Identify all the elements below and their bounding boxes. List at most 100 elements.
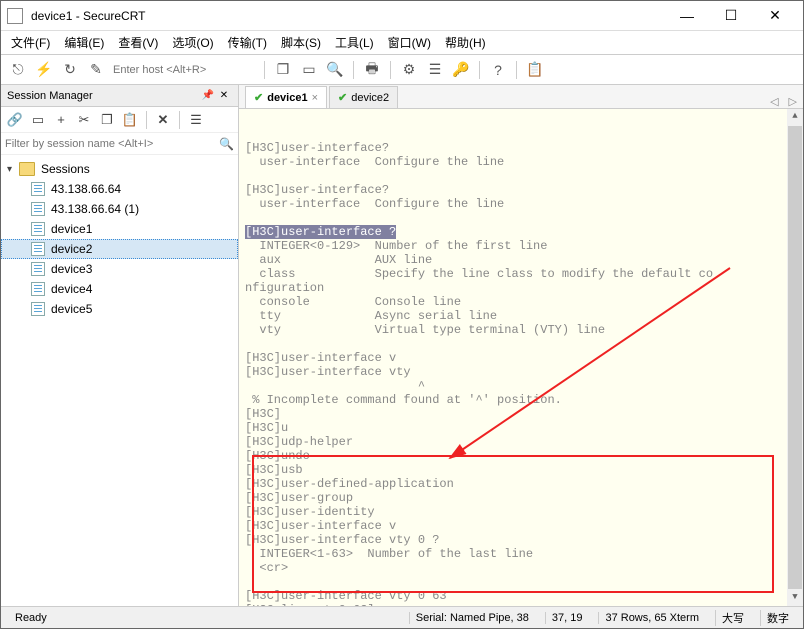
check-icon: ✔ xyxy=(338,91,347,104)
tab-device2[interactable]: ✔ device2 xyxy=(329,86,398,108)
session-label: device3 xyxy=(51,262,92,276)
key-icon[interactable]: 🔑 xyxy=(450,59,472,81)
terminal-line: console Console line xyxy=(245,295,803,309)
separator xyxy=(479,61,480,79)
search-icon[interactable]: 🔍 xyxy=(219,137,234,151)
terminal-line: [H3C-line-vty0-63] xyxy=(245,603,803,606)
session-icon xyxy=(31,202,45,216)
pin-icon[interactable]: 📌 xyxy=(200,90,216,101)
session-icon xyxy=(31,242,45,256)
connect-icon[interactable]: ⎋ xyxy=(7,59,29,81)
host-input[interactable] xyxy=(111,62,257,78)
properties-icon[interactable]: ☰ xyxy=(186,110,206,130)
session-tree[interactable]: ▾ Sessions 43.138.66.64 43.138.66.64 (1) d… xyxy=(1,155,238,606)
close-panel-icon[interactable]: ✕ xyxy=(216,90,232,101)
session-item[interactable]: 43.138.66.64 (1) xyxy=(1,199,238,219)
terminal-line: <cr> xyxy=(245,561,803,575)
link-icon[interactable]: 🔗 xyxy=(5,110,25,130)
tab-label: device1 xyxy=(267,92,307,104)
copy-icon[interactable]: ❐ xyxy=(272,59,294,81)
window-title: device1 - SecureCRT xyxy=(31,9,665,23)
filter-input[interactable] xyxy=(5,138,219,150)
menu-edit[interactable]: 编辑(E) xyxy=(64,34,104,51)
find-icon[interactable]: 🔍 xyxy=(324,59,346,81)
terminal-line xyxy=(245,337,803,351)
separator xyxy=(353,61,354,79)
session-icon xyxy=(31,282,45,296)
paste-session-icon[interactable]: 📋 xyxy=(120,110,140,130)
menu-file[interactable]: 文件(F) xyxy=(11,34,50,51)
session-icon xyxy=(31,222,45,236)
minimize-button[interactable]: — xyxy=(665,2,709,30)
scroll-down-icon[interactable]: ▼ xyxy=(787,590,803,606)
session-icon xyxy=(31,302,45,316)
session-label: device2 xyxy=(51,242,92,256)
terminal-line: [H3C]user-interface? xyxy=(245,183,803,197)
tab-prev-icon[interactable]: ◁ xyxy=(770,95,778,108)
menu-script[interactable]: 脚本(S) xyxy=(281,34,321,51)
separator xyxy=(390,61,391,79)
menu-options[interactable]: 选项(O) xyxy=(172,34,213,51)
cut-icon[interactable]: ✂ xyxy=(74,110,94,130)
scroll-up-icon[interactable]: ▲ xyxy=(787,109,803,125)
terminal-line: [H3C]undo xyxy=(245,449,803,463)
terminal-line: [H3C]user-group xyxy=(245,491,803,505)
maximize-button[interactable]: ☐ xyxy=(709,2,753,30)
quick-connect-icon[interactable]: ⚡ xyxy=(33,59,55,81)
scroll-thumb[interactable] xyxy=(788,126,802,589)
session-label: 43.138.66.64 (1) xyxy=(51,202,139,216)
close-tab-icon[interactable]: × xyxy=(312,92,318,104)
disconnect-icon[interactable]: ✎ xyxy=(85,59,107,81)
delete-icon[interactable]: ✕ xyxy=(153,110,173,130)
tree-root-label: Sessions xyxy=(41,162,90,176)
scrollbar[interactable]: ▲ ▼ xyxy=(787,109,803,606)
terminal-line: ^ xyxy=(245,379,803,393)
session-label: 43.138.66.64 xyxy=(51,182,121,196)
separator xyxy=(179,111,180,129)
terminal-line: [H3C]user-interface vty 0 ? xyxy=(245,533,803,547)
tab-device1[interactable]: ✔ device1 × xyxy=(245,86,327,108)
menu-help[interactable]: 帮助(H) xyxy=(445,34,486,51)
separator xyxy=(146,111,147,129)
copy-session-icon[interactable]: ❐ xyxy=(97,110,117,130)
session-item[interactable]: device1 xyxy=(1,219,238,239)
session-item[interactable]: 43.138.66.64 xyxy=(1,179,238,199)
add-icon[interactable]: + xyxy=(51,110,71,130)
paste-icon[interactable]: ▭ xyxy=(298,59,320,81)
log-icon[interactable]: 📋 xyxy=(524,59,546,81)
close-button[interactable]: ✕ xyxy=(753,2,797,30)
menu-transfer[interactable]: 传输(T) xyxy=(228,34,267,51)
settings-icon[interactable]: ⚙ xyxy=(398,59,420,81)
terminal-line: [H3C]user-defined-application xyxy=(245,477,803,491)
terminal-line: INTEGER<0-129> Number of the first line xyxy=(245,239,803,253)
terminal-line xyxy=(245,169,803,183)
panel-header: Session Manager 📌 ✕ xyxy=(1,85,238,107)
new-session-icon[interactable]: ▭ xyxy=(28,110,48,130)
menubar: 文件(F) 编辑(E) 查看(V) 选项(O) 传输(T) 脚本(S) 工具(L… xyxy=(1,31,803,55)
tree-root[interactable]: ▾ Sessions xyxy=(1,159,238,179)
session-item[interactable]: device3 xyxy=(1,259,238,279)
session-label: device1 xyxy=(51,222,92,236)
status-num: 数字 xyxy=(760,610,795,626)
session-item[interactable]: device4 xyxy=(1,279,238,299)
session-item[interactable]: device2 xyxy=(1,239,238,259)
caret-down-icon[interactable]: ▾ xyxy=(7,164,19,175)
terminal-line: vty Virtual type terminal (VTY) line xyxy=(245,323,803,337)
print-icon[interactable]: 🖶 xyxy=(361,59,383,81)
session-label: device4 xyxy=(51,282,92,296)
menu-tools[interactable]: 工具(L) xyxy=(335,34,374,51)
terminal-line: [H3C] xyxy=(245,407,803,421)
session-options-icon[interactable]: ☰ xyxy=(424,59,446,81)
session-item[interactable]: device5 xyxy=(1,299,238,319)
terminal-line: tty Async serial line xyxy=(245,309,803,323)
menu-view[interactable]: 查看(V) xyxy=(118,34,158,51)
tab-next-icon[interactable]: ▷ xyxy=(789,95,797,108)
reconnect-icon[interactable]: ↻ xyxy=(59,59,81,81)
status-serial: Serial: Named Pipe, 38 xyxy=(409,612,535,624)
terminal-line: [H3C]user-interface v xyxy=(245,519,803,533)
terminal-line: [H3C]usb xyxy=(245,463,803,477)
menu-window[interactable]: 窗口(W) xyxy=(388,34,431,51)
terminal[interactable]: [H3C]user-interface? user-interface Conf… xyxy=(239,109,803,606)
help-icon[interactable]: ? xyxy=(487,59,509,81)
terminal-line xyxy=(245,575,803,589)
